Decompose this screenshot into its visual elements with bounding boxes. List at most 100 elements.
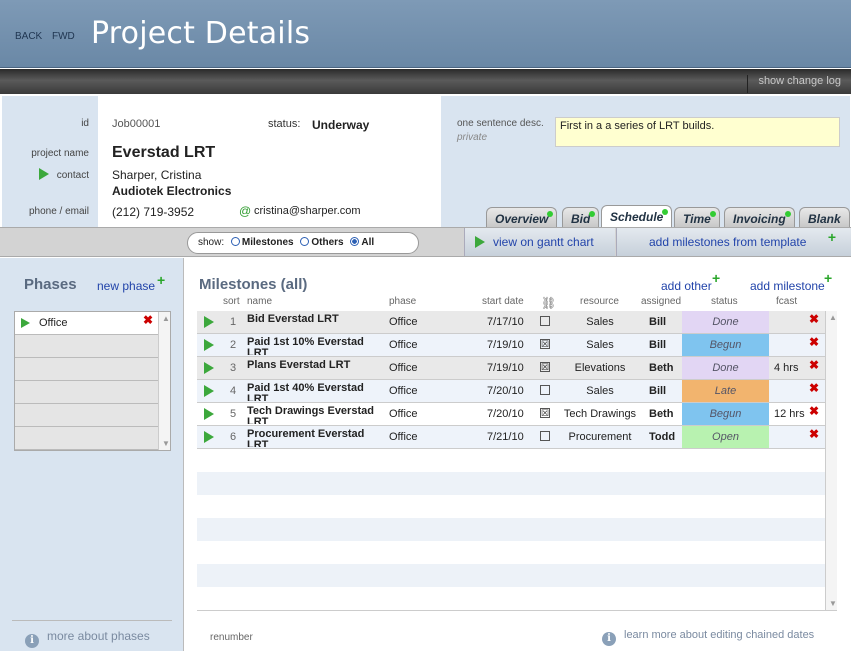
- milestone-phase: Office: [389, 362, 418, 374]
- tab-blank[interactable]: Blank: [799, 207, 850, 227]
- add-icon[interactable]: +: [824, 271, 832, 285]
- change-log-link[interactable]: show change log: [747, 75, 841, 93]
- play-icon[interactable]: [38, 168, 49, 180]
- delete-icon[interactable]: ✖: [143, 313, 153, 327]
- status-dot-icon: [547, 211, 554, 217]
- resource: Elevations: [574, 362, 626, 374]
- milestone-name[interactable]: Plans Everstad LRT: [247, 360, 382, 378]
- status-dot-icon: [784, 211, 791, 217]
- add-other-link[interactable]: add other: [661, 279, 712, 293]
- template-button[interactable]: add milestones from template +: [616, 228, 851, 256]
- play-icon[interactable]: [204, 408, 214, 420]
- table-row[interactable]: 2 Paid 1st 10% Everstad LRT Office 7/19/10 ☒…: [197, 334, 825, 357]
- add-milestone-link[interactable]: add milestone: [750, 279, 825, 293]
- col-status: status: [711, 296, 738, 307]
- phone-email-label: phone / email: [28, 206, 89, 217]
- learn-more-link[interactable]: i learn more about editing chained dates: [602, 629, 814, 646]
- start-date[interactable]: 7/20/10: [487, 408, 524, 420]
- list-item: [15, 404, 160, 427]
- table-row[interactable]: 3 Plans Everstad LRT Office 7/19/10 ☒ Elevati…: [197, 357, 825, 380]
- contact-name: Sharper, Cristina: [112, 168, 202, 182]
- milestones-panel: Milestones (all) add other + add milesto…: [185, 258, 851, 651]
- add-icon[interactable]: +: [712, 271, 720, 285]
- description-field[interactable]: First in a a series of LRT builds.: [555, 117, 840, 147]
- renumber-link[interactable]: renumber: [210, 632, 253, 643]
- status-label: status:: [268, 118, 301, 130]
- milestone-name[interactable]: Bid Everstad LRT: [247, 314, 382, 332]
- assigned-to: Bill: [649, 339, 667, 351]
- col-assigned: assigned: [641, 296, 682, 307]
- chain-checkbox[interactable]: ☒: [540, 362, 550, 372]
- milestone-name[interactable]: Paid 1st 10% Everstad LRT: [247, 337, 382, 355]
- new-phase-link[interactable]: new phase: [97, 279, 155, 293]
- delete-icon[interactable]: ✖: [809, 381, 819, 395]
- play-icon[interactable]: [204, 431, 214, 443]
- play-icon[interactable]: [204, 316, 214, 328]
- add-icon[interactable]: +: [157, 273, 165, 287]
- status-badge[interactable]: Done: [682, 311, 769, 333]
- forward-button[interactable]: FWD: [52, 31, 75, 42]
- email-icon: @: [239, 204, 252, 218]
- scrollbar[interactable]: ▲ ▼: [825, 311, 837, 610]
- table-row[interactable]: 1 Bid Everstad LRT Office 7/17/10 Sales Bill D…: [197, 311, 825, 334]
- status-badge[interactable]: Begun: [682, 334, 769, 356]
- status-badge[interactable]: Open: [682, 426, 769, 448]
- list-item: [15, 335, 160, 358]
- milestone-name[interactable]: Procurement Everstad LRT: [247, 429, 382, 447]
- delete-icon[interactable]: ✖: [809, 358, 819, 372]
- email-link[interactable]: cristina@sharper.com: [254, 205, 361, 217]
- toolbar: show change log: [0, 69, 851, 94]
- more-about-phases-link[interactable]: i more about phases: [25, 629, 150, 648]
- project-name: Everstad LRT: [112, 144, 216, 161]
- table-row[interactable]: 4 Paid 1st 40% Everstad LRT Office 7/20/10 S…: [197, 380, 825, 403]
- tab-overview[interactable]: Overview: [486, 207, 558, 227]
- delete-icon[interactable]: ✖: [809, 312, 819, 326]
- status-badge[interactable]: Done: [682, 357, 769, 379]
- table-row[interactable]: 5 Tech Drawings Everstad LRT Office 7/20/10…: [197, 403, 825, 426]
- play-icon[interactable]: [204, 362, 214, 374]
- info-icon: i: [25, 634, 39, 648]
- status-dot-icon: [662, 209, 669, 215]
- milestone-name[interactable]: Paid 1st 40% Everstad LRT: [247, 383, 382, 401]
- tab-schedule[interactable]: Schedule: [601, 205, 673, 229]
- table-row[interactable]: 6 Procurement Everstad LRT Office 7/21/10 Pr…: [197, 426, 825, 449]
- chain-icon: ⛓: [541, 296, 557, 310]
- scrollbar[interactable]: ▲ ▼: [158, 312, 170, 450]
- tab-invoicing[interactable]: Invoicing: [724, 207, 795, 227]
- phases-title: Phases: [24, 276, 77, 293]
- delete-icon[interactable]: ✖: [809, 335, 819, 349]
- status-badge[interactable]: Begun: [682, 403, 769, 425]
- contact-label[interactable]: contact: [38, 168, 89, 181]
- milestone-phase: Office: [389, 385, 418, 397]
- col-start: start date: [482, 296, 524, 307]
- play-icon[interactable]: [204, 385, 214, 397]
- company-name: Audiotek Electronics: [112, 184, 232, 198]
- project-id: Job00001: [112, 118, 161, 130]
- start-date[interactable]: 7/19/10: [487, 339, 524, 351]
- chain-checkbox[interactable]: ☒: [540, 339, 550, 349]
- radio-others[interactable]: [300, 237, 310, 246]
- add-icon: +: [827, 229, 836, 245]
- radio-all[interactable]: [350, 237, 360, 246]
- assigned-to: Bill: [649, 316, 667, 328]
- chain-checkbox[interactable]: [540, 431, 550, 441]
- start-date[interactable]: 7/17/10: [487, 316, 524, 328]
- gantt-button[interactable]: view on gantt chart: [464, 228, 615, 256]
- chain-checkbox[interactable]: ☒: [540, 408, 550, 418]
- list-item[interactable]: Office ✖: [15, 312, 160, 335]
- chain-checkbox[interactable]: [540, 385, 550, 395]
- status-badge[interactable]: Late: [682, 380, 769, 402]
- forecast-hours: 12 hrs: [774, 408, 805, 420]
- back-button[interactable]: BACK: [15, 31, 42, 42]
- start-date[interactable]: 7/19/10: [487, 362, 524, 374]
- play-icon[interactable]: [204, 339, 214, 351]
- delete-icon[interactable]: ✖: [809, 427, 819, 441]
- delete-icon[interactable]: ✖: [809, 404, 819, 418]
- start-date[interactable]: 7/21/10: [487, 431, 524, 443]
- tab-bid[interactable]: Bid: [562, 207, 600, 227]
- milestone-name[interactable]: Tech Drawings Everstad LRT: [247, 406, 382, 424]
- start-date[interactable]: 7/20/10: [487, 385, 524, 397]
- radio-milestones[interactable]: [230, 237, 240, 246]
- tab-time[interactable]: Time: [674, 207, 720, 227]
- chain-checkbox[interactable]: [540, 316, 550, 326]
